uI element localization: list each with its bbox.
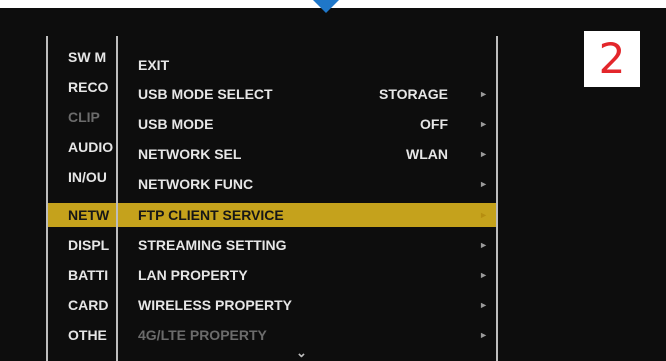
- submenu-item-label: NETWORK SEL: [138, 146, 242, 162]
- submenu-item-ftp-client-service[interactable]: FTP CLIENT SERVICE ►: [118, 203, 496, 227]
- submenu-item-wireless-property[interactable]: WIRELESS PROPERTY ►: [118, 293, 496, 317]
- main-menu-item-audio[interactable]: AUDIO: [48, 135, 116, 159]
- scroll-down-icon[interactable]: ⌄: [296, 345, 307, 361]
- chevron-right-icon: ►: [479, 240, 488, 250]
- chevron-right-icon: ►: [479, 149, 488, 159]
- submenu-item-label: NETWORK FUNC: [138, 176, 254, 192]
- submenu-item-label: 4G/LTE PROPERTY: [138, 327, 267, 343]
- main-menu-item-network[interactable]: NETW: [48, 203, 116, 227]
- main-menu-list: SW M RECO CLIP AUDIO IN/OU NETW DISPL BA…: [48, 45, 116, 361]
- submenu-item-label: USB MODE: [138, 116, 214, 132]
- main-menu-item-others[interactable]: OTHE: [48, 323, 116, 347]
- step-number-badge: 2: [584, 31, 640, 87]
- chevron-right-icon: ►: [479, 119, 488, 129]
- submenu-item-label: LAN PROPERTY: [138, 267, 248, 283]
- chevron-right-icon: ►: [479, 300, 488, 310]
- main-menu-item-battery[interactable]: BATTI: [48, 263, 116, 287]
- main-menu-item-recording[interactable]: RECO: [48, 75, 116, 99]
- submenu-item-exit[interactable]: EXIT: [118, 53, 496, 77]
- chevron-right-icon: ►: [479, 210, 488, 220]
- submenu-item-value: OFF: [420, 116, 448, 132]
- main-menu-item-sw-mode[interactable]: SW M: [48, 45, 116, 69]
- main-menu-item-clip[interactable]: CLIP: [48, 105, 116, 129]
- main-menu-item-display[interactable]: DISPL: [48, 233, 116, 257]
- submenu-item-lan-property[interactable]: LAN PROPERTY ►: [118, 263, 496, 287]
- submenu-item-label: WIRELESS PROPERTY: [138, 297, 293, 313]
- submenu-item-usb-mode-select[interactable]: USB MODE SELECT STORAGE ►: [118, 82, 496, 106]
- main-menu-item-card[interactable]: CARD: [48, 293, 116, 317]
- submenu-item-label: FTP CLIENT SERVICE: [138, 207, 284, 223]
- chevron-right-icon: ►: [479, 179, 488, 189]
- submenu-item-4g-lte-property[interactable]: 4G/LTE PROPERTY ►: [118, 323, 496, 347]
- submenu-item-value: WLAN: [406, 146, 448, 162]
- submenu-item-label: STREAMING SETTING: [138, 237, 287, 253]
- submenu-item-network-func[interactable]: NETWORK FUNC ►: [118, 172, 496, 196]
- chevron-right-icon: ►: [479, 89, 488, 99]
- submenu-item-usb-mode[interactable]: USB MODE OFF ►: [118, 112, 496, 136]
- chevron-right-icon: ►: [479, 330, 488, 340]
- submenu-item-label: EXIT: [138, 57, 170, 73]
- submenu-item-streaming-setting[interactable]: STREAMING SETTING ►: [118, 233, 496, 257]
- chevron-right-icon: ►: [479, 270, 488, 280]
- pointer-marker: [313, 0, 339, 13]
- main-menu-item-in-out[interactable]: IN/OU: [48, 165, 116, 189]
- submenu-list: EXIT USB MODE SELECT STORAGE ► USB MODE …: [118, 45, 496, 361]
- submenu-item-network-sel[interactable]: NETWORK SEL WLAN ►: [118, 142, 496, 166]
- submenu-item-label: USB MODE SELECT: [138, 86, 273, 102]
- submenu-item-value: STORAGE: [379, 86, 448, 102]
